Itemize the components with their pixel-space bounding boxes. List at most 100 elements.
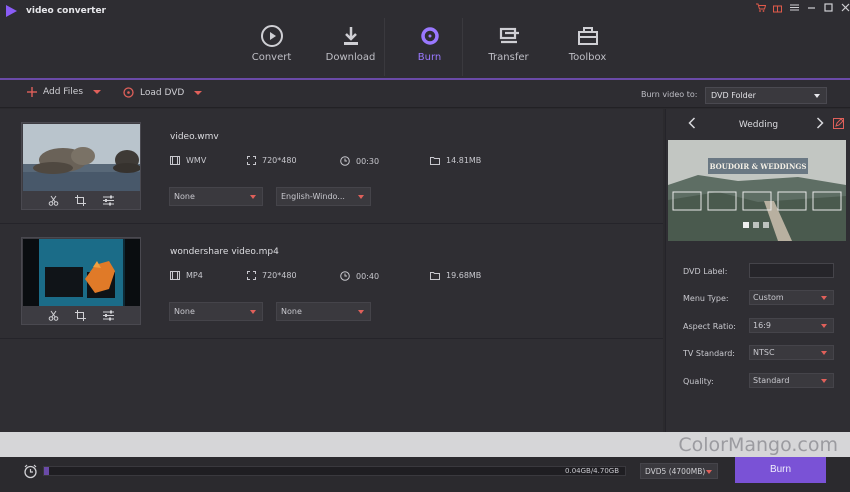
chevron-down-icon [358, 310, 364, 314]
add-files-dropdown-icon[interactable] [93, 90, 102, 94]
chevron-down-icon [358, 195, 364, 199]
file-format-value: MP4 [186, 271, 203, 280]
tv-standard-label: TV Standard: [683, 349, 735, 358]
dvd-label-label: DVD Label: [683, 267, 728, 276]
audio-track-select[interactable]: English-Windo... [276, 187, 371, 206]
film-icon [170, 271, 180, 280]
subtitle-value: None [174, 192, 195, 201]
dvd-icon [123, 87, 134, 98]
audio-track-value: None [281, 307, 302, 316]
chevron-right-icon[interactable] [816, 117, 824, 132]
quality-label: Quality: [683, 377, 714, 386]
chevron-down-icon [821, 296, 827, 300]
chevron-down-icon [821, 324, 827, 328]
file-duration: 00:30 [340, 156, 379, 166]
disc-type-select[interactable]: DVD5 (4700MB) [640, 463, 718, 479]
chevron-down-icon [706, 470, 712, 474]
chevron-down-icon [821, 379, 827, 383]
thumbnail-tools [22, 191, 140, 209]
tab-transfer[interactable]: Transfer [469, 18, 548, 78]
burn-to-value: DVD Folder [711, 91, 756, 100]
schedule-clock-icon[interactable] [23, 464, 38, 482]
minimize-icon[interactable] [805, 2, 818, 15]
menu-type-label: Menu Type: [683, 294, 729, 303]
folder-icon [430, 272, 440, 280]
clock-icon [340, 271, 350, 281]
film-icon [170, 156, 180, 165]
app-title: video converter [26, 6, 106, 16]
chevron-down-icon [821, 351, 827, 355]
scissors-icon[interactable] [48, 195, 59, 206]
chevron-down-icon [250, 310, 256, 314]
video-thumbnail[interactable] [21, 237, 141, 325]
thumbnail-image [23, 239, 140, 306]
resolution-icon [247, 271, 256, 280]
file-resolution: 720*480 [247, 156, 297, 165]
window-controls [754, 2, 850, 15]
tab-transfer-label: Transfer [488, 52, 529, 63]
template-header: Wedding [666, 109, 850, 139]
template-preview[interactable]: BOUDOIR & WEDDINGS [668, 140, 846, 241]
tab-burn[interactable]: Burn [390, 18, 469, 78]
file-name: wondershare video.mp4 [170, 247, 279, 257]
video-thumbnail[interactable] [21, 122, 141, 210]
file-row: wondershare video.mp4 MP4 720*480 00:40 … [0, 224, 663, 339]
subtitle-select[interactable]: None [169, 187, 263, 206]
aspect-ratio-value: 16:9 [753, 321, 771, 330]
effects-icon[interactable] [102, 195, 114, 206]
menu-icon[interactable] [788, 2, 801, 15]
menu-type-value: Custom [753, 293, 784, 302]
edit-template-icon[interactable] [833, 118, 844, 129]
load-dvd-dropdown-icon[interactable] [194, 90, 203, 95]
file-duration-value: 00:40 [356, 271, 380, 281]
template-preview-title: BOUDOIR & WEDDINGS [710, 162, 807, 171]
tab-toolbox[interactable]: Toolbox [548, 18, 627, 78]
tab-burn-label: Burn [417, 52, 442, 63]
menu-type-select[interactable]: Custom [749, 290, 834, 305]
burn-to-label: Burn video to: [641, 90, 698, 99]
disc-type-value: DVD5 (4700MB) [645, 467, 706, 476]
thumbnail-tools [22, 306, 140, 324]
nav-divider [384, 18, 385, 76]
thumbnail-image [23, 124, 140, 191]
quality-select[interactable]: Standard [749, 373, 834, 388]
crop-icon[interactable] [75, 194, 87, 206]
tv-standard-select[interactable]: NTSC [749, 345, 834, 360]
tab-convert[interactable]: Convert [232, 18, 311, 78]
effects-icon[interactable] [102, 310, 114, 321]
burn-to-select[interactable]: DVD Folder [705, 87, 827, 104]
file-duration-value: 00:30 [356, 156, 380, 166]
add-files-label: Add Files [43, 87, 84, 97]
resolution-icon [247, 156, 256, 165]
disc-usage-text: 0.04GB/4.70GB [565, 467, 619, 475]
crop-icon[interactable] [75, 309, 87, 321]
scissors-icon[interactable] [48, 310, 59, 321]
file-size-value: 14.81MB [446, 156, 482, 165]
toolbox-icon [577, 27, 598, 45]
burn-button[interactable]: Burn [735, 457, 826, 483]
file-format: MP4 [170, 271, 203, 280]
close-icon[interactable] [839, 2, 850, 15]
chevron-down-icon [250, 195, 256, 199]
nav-divider [462, 18, 463, 76]
folder-icon [430, 157, 440, 165]
tab-download[interactable]: Download [311, 18, 390, 78]
load-dvd-button[interactable]: Load DVD [123, 87, 203, 98]
audio-track-value: English-Windo... [281, 192, 345, 201]
transfer-icon [499, 27, 519, 44]
dvd-label-input[interactable] [749, 263, 834, 278]
file-format: WMV [170, 156, 206, 165]
file-row: video.wmv WMV 720*480 00:30 14.81MB None… [0, 109, 663, 224]
subtitle-value: None [174, 307, 195, 316]
clock-icon [340, 156, 350, 166]
aspect-ratio-select[interactable]: 16:9 [749, 318, 834, 333]
main-nav: Convert Download Burn Transfer Toolbox [232, 18, 627, 78]
chevron-down-icon [814, 94, 820, 98]
tab-toolbox-label: Toolbox [568, 52, 607, 63]
subtitle-select[interactable]: None [169, 302, 263, 321]
add-files-button[interactable]: Add Files [27, 87, 102, 97]
maximize-icon[interactable] [822, 2, 835, 15]
cart-icon[interactable] [754, 2, 767, 15]
gift-icon[interactable] [771, 2, 784, 15]
audio-track-select[interactable]: None [276, 302, 371, 321]
